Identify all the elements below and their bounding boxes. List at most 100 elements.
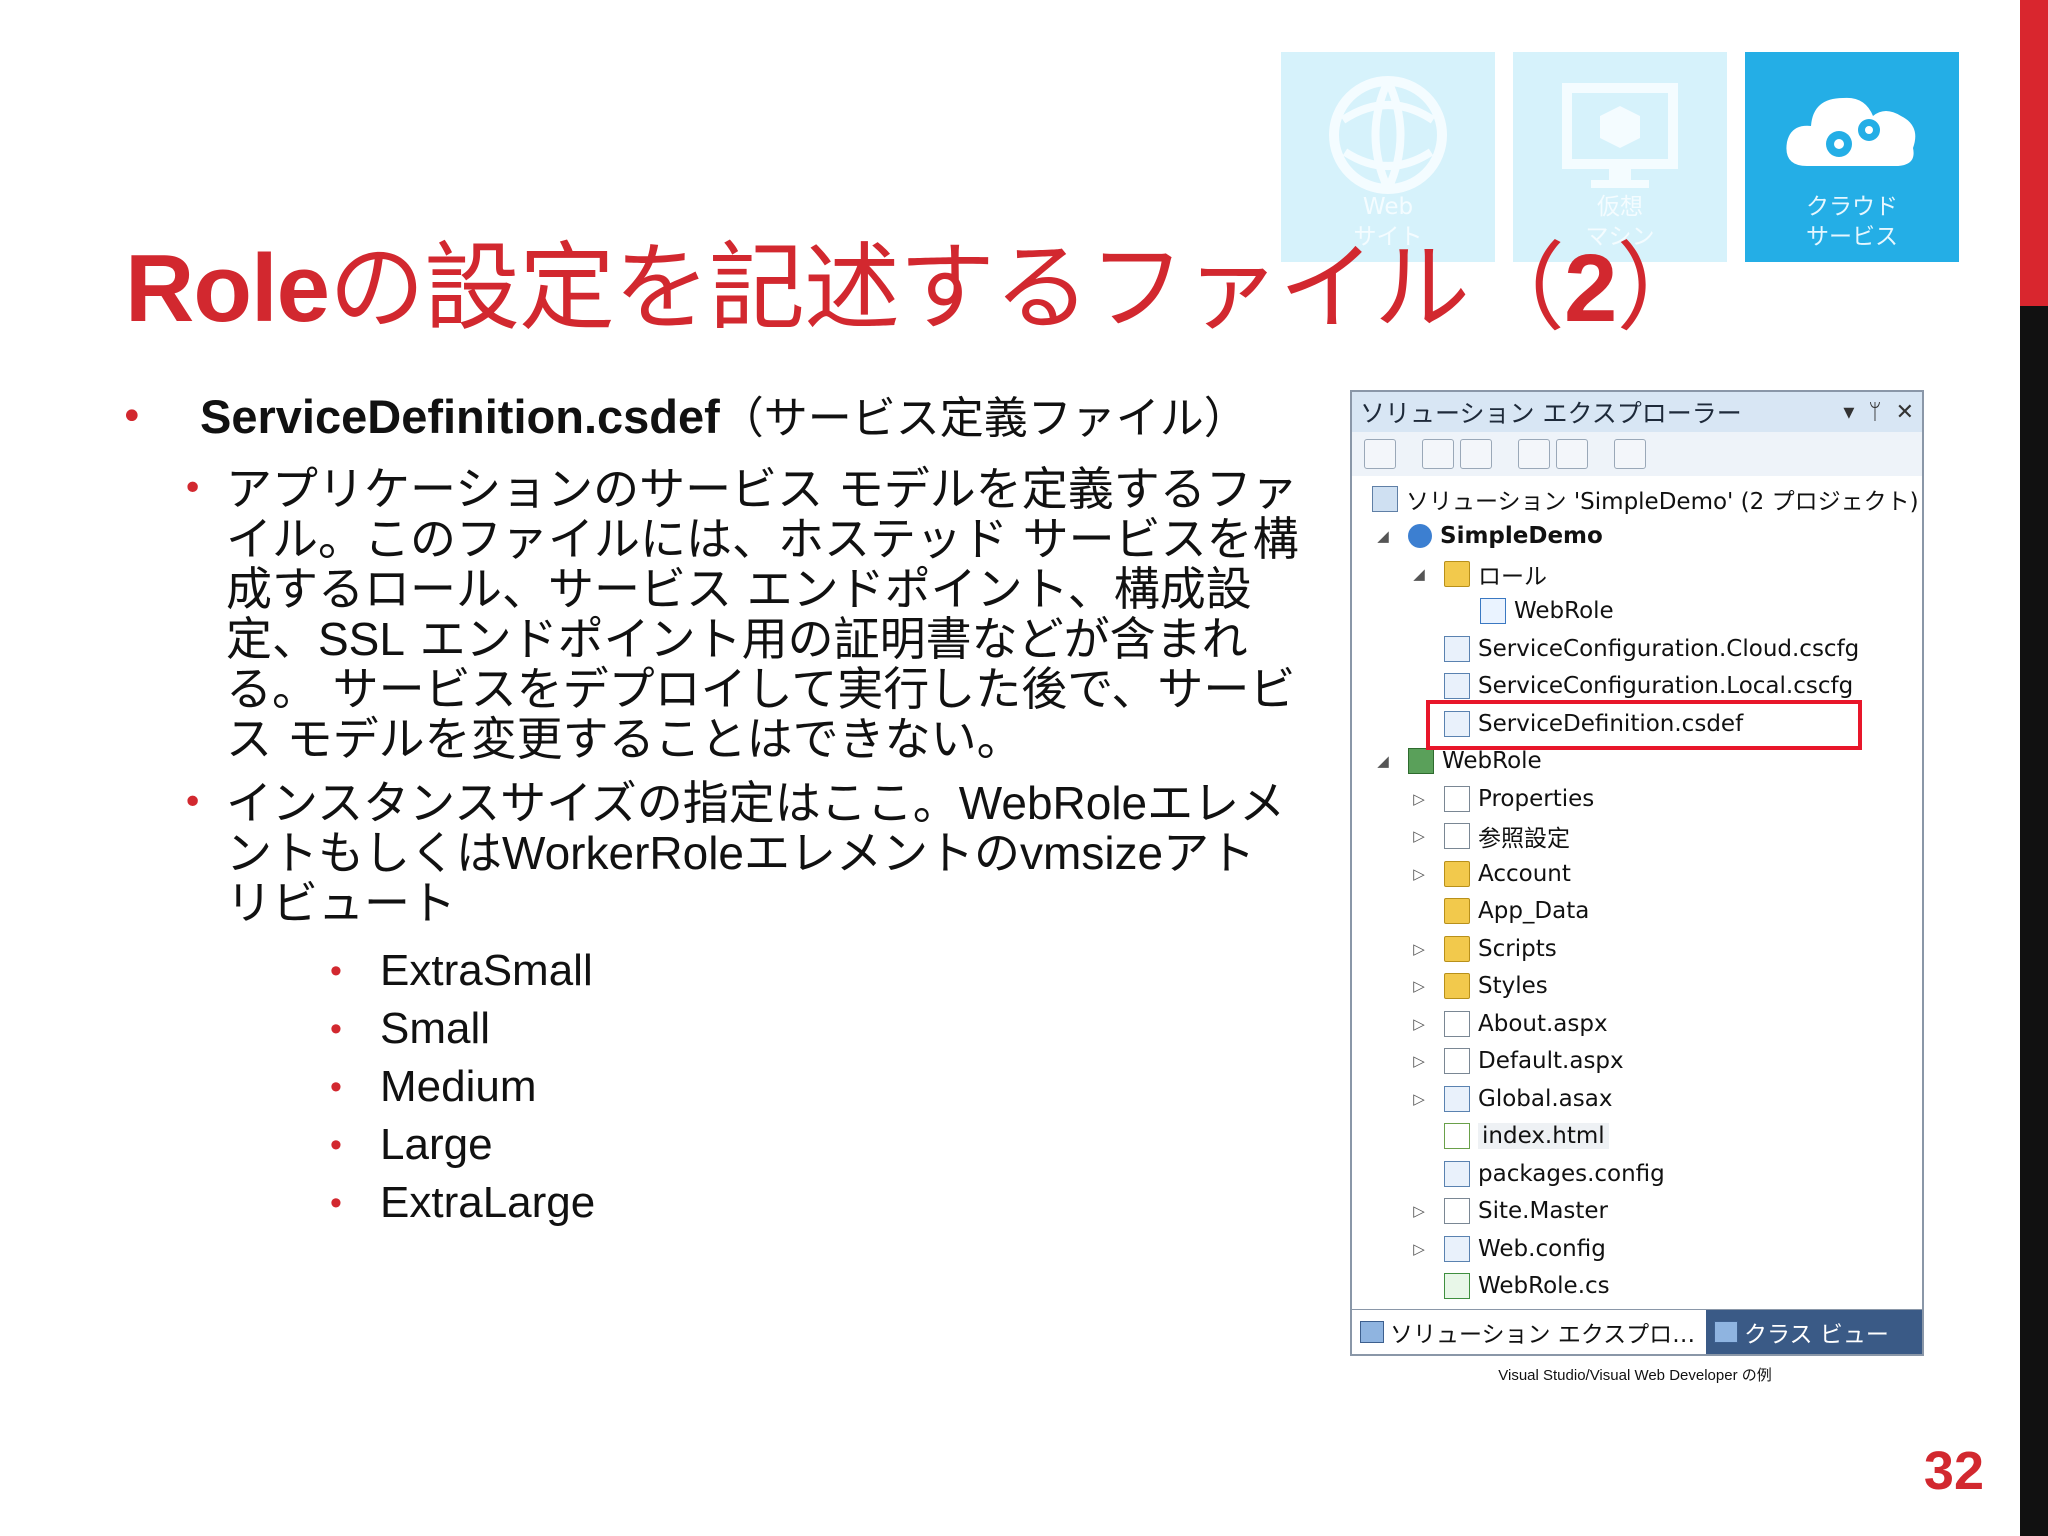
solution-explorer-icon xyxy=(1360,1321,1384,1343)
tree-item-label: Web.config xyxy=(1478,1235,1606,1262)
web-globe-icon xyxy=(1329,76,1447,194)
sub2-workerrole: WorkerRole xyxy=(502,827,744,879)
solution-explorer-title: ソリューション エクスプローラー xyxy=(1360,399,1742,428)
sub2-vmsize: vmsize xyxy=(1020,827,1164,879)
tree-item-label: Properties xyxy=(1478,785,1595,812)
tree-item-packages[interactable]: packages.config xyxy=(1352,1155,1922,1193)
tree-item-simpledemo[interactable]: ◢ SimpleDemo xyxy=(1352,518,1922,556)
tree-item-label: packages.config xyxy=(1478,1160,1665,1187)
sub2-webrole: WebRole xyxy=(958,777,1148,829)
tree-item-webrole-role[interactable]: WebRole xyxy=(1352,593,1922,631)
monitor-cube-icon xyxy=(1562,83,1678,188)
folder-icon xyxy=(1444,860,1470,887)
expand-arrow-icon[interactable]: ▷ xyxy=(1410,977,1428,995)
tile-cloud-label: クラウド サービス xyxy=(1806,194,1898,250)
tab-solution-explorer[interactable]: ソリューション エクスプロ… xyxy=(1352,1310,1706,1354)
page-title: Roleの設定を記述するファイル（2） xyxy=(125,210,1712,349)
properties-icon[interactable] xyxy=(1364,439,1396,469)
tree-item-label: Account xyxy=(1478,860,1571,887)
bullet-filename-desc: （サービス定義ファイル） xyxy=(719,393,1248,444)
tree-item-label: WebRole xyxy=(1442,748,1542,775)
expand-arrow-icon[interactable]: ▷ xyxy=(1410,790,1428,808)
tree-item-site-master[interactable]: ▷ Site.Master xyxy=(1352,1193,1922,1231)
tree-item-webrole-cs[interactable]: WebRole.cs xyxy=(1352,1268,1922,1306)
slide-content: ServiceDefinition.csdef（サービス定義ファイル） アプリケ… xyxy=(120,392,1300,1233)
tree-item-styles[interactable]: ▷ Styles xyxy=(1352,968,1922,1006)
tree-item-properties[interactable]: ▷ Properties xyxy=(1352,780,1922,818)
view-designer-icon[interactable] xyxy=(1556,439,1588,469)
tile-cloud-services[interactable]: クラウド サービス xyxy=(1745,52,1959,262)
accent-bar-red xyxy=(2020,0,2048,306)
sub2-text-c: エレメントの xyxy=(744,826,1020,880)
properties-folder-icon xyxy=(1444,785,1470,812)
tree-item-cscfg-cloud[interactable]: ServiceConfiguration.Cloud.cscfg xyxy=(1352,630,1922,668)
tree-item-global[interactable]: ▷ Global.asax xyxy=(1352,1080,1922,1118)
expand-arrow-icon[interactable]: ▷ xyxy=(1410,865,1428,883)
expand-arrow-icon[interactable]: ▷ xyxy=(1410,827,1428,845)
class-diagram-icon[interactable] xyxy=(1614,439,1646,469)
expand-arrow-icon[interactable]: ▷ xyxy=(1410,1052,1428,1070)
expand-arrow-icon[interactable]: ▷ xyxy=(1410,940,1428,958)
sub-bullet-instance-size: インスタンスサイズの指定はここ。WebRoleエレメントもしくはWorkerRo… xyxy=(120,778,1300,928)
tree-item-label: index.html xyxy=(1478,1123,1609,1150)
title-close: ） xyxy=(1616,232,1712,344)
csharp-file-icon xyxy=(1444,1273,1470,1300)
tree-item-app-data[interactable]: App_Data xyxy=(1352,893,1922,931)
list-item: ExtraSmall xyxy=(330,942,1300,1000)
vm-size-list: ExtraSmall Small Medium Large ExtraLarge xyxy=(120,942,1300,1232)
refresh-icon[interactable] xyxy=(1460,439,1492,469)
tree-item-label: Scripts xyxy=(1478,935,1557,962)
tree-item-label: Styles xyxy=(1478,973,1548,1000)
master-page-icon xyxy=(1444,1198,1470,1225)
cloud-project-icon xyxy=(1408,524,1432,549)
config-file-icon xyxy=(1444,1235,1470,1262)
tree-item-label: 参照設定 xyxy=(1478,826,1570,853)
config-file-icon xyxy=(1444,1160,1470,1187)
tree-item-label: SimpleDemo xyxy=(1440,523,1603,550)
cloud-gears-icon xyxy=(1786,97,1916,166)
tree-item-account[interactable]: ▷ Account xyxy=(1352,855,1922,893)
toolbar-separator xyxy=(1402,440,1416,468)
expand-arrow-icon[interactable]: ▷ xyxy=(1410,1202,1428,1220)
sub2-text-a: インスタンスサイズの指定はここ。 xyxy=(226,776,959,830)
list-item: Large xyxy=(330,1116,1300,1174)
tree-item-references[interactable]: ▷ 参照設定 xyxy=(1352,818,1922,856)
folder-icon xyxy=(1444,898,1470,925)
tree-item-web-config[interactable]: ▷ Web.config xyxy=(1352,1230,1922,1268)
tree-item-about[interactable]: ▷ About.aspx xyxy=(1352,1005,1922,1043)
web-project-icon xyxy=(1408,748,1434,775)
page-number: 32 xyxy=(1923,1441,1984,1501)
global-asax-icon xyxy=(1444,1085,1470,1112)
view-code-icon[interactable] xyxy=(1518,439,1550,469)
pin-icon[interactable]: ᛘ xyxy=(1868,400,1881,425)
tree-item-solution[interactable]: ソリューション 'SimpleDemo' (2 プロジェクト) xyxy=(1352,480,1922,518)
close-icon[interactable]: ✕ xyxy=(1896,400,1914,425)
tree-item-label: ソリューション 'SimpleDemo' (2 プロジェクト) xyxy=(1406,488,1919,515)
tree-item-index[interactable]: index.html xyxy=(1352,1118,1922,1156)
title-bold-2: 2 xyxy=(1564,235,1617,342)
expand-arrow-icon[interactable]: ▷ xyxy=(1410,1090,1428,1108)
html-file-icon xyxy=(1444,1123,1470,1150)
bullet-servicedefinition: ServiceDefinition.csdef（サービス定義ファイル） xyxy=(120,392,1300,444)
tree-item-label: Default.aspx xyxy=(1478,1048,1624,1075)
expand-arrow-icon[interactable]: ▷ xyxy=(1410,1015,1428,1033)
tree-item-default[interactable]: ▷ Default.aspx xyxy=(1352,1043,1922,1081)
title-text: の設定を記述するファイル（ xyxy=(329,232,1565,344)
collapse-arrow-icon[interactable]: ◢ xyxy=(1410,565,1428,583)
tree-item-label: App_Data xyxy=(1478,898,1590,925)
tree-item-scripts[interactable]: ▷ Scripts xyxy=(1352,930,1922,968)
expand-arrow-icon[interactable]: ▷ xyxy=(1410,1240,1428,1258)
collapse-arrow-icon[interactable]: ◢ xyxy=(1374,527,1392,545)
folder-icon xyxy=(1444,560,1470,587)
tree-item-label: Global.asax xyxy=(1478,1085,1613,1112)
tab-class-view[interactable]: クラス ビュー xyxy=(1706,1310,1922,1354)
references-icon xyxy=(1444,823,1470,850)
show-all-files-icon[interactable] xyxy=(1422,439,1454,469)
collapse-arrow-icon[interactable]: ◢ xyxy=(1374,752,1392,770)
tree-item-label: WebRole xyxy=(1514,598,1614,625)
tree-item-roles[interactable]: ◢ ロール xyxy=(1352,555,1922,593)
list-item: Small xyxy=(330,1000,1300,1058)
dropdown-icon[interactable]: ▾ xyxy=(1843,400,1854,425)
toolbar-separator xyxy=(1594,440,1608,468)
folder-icon xyxy=(1444,973,1470,1000)
